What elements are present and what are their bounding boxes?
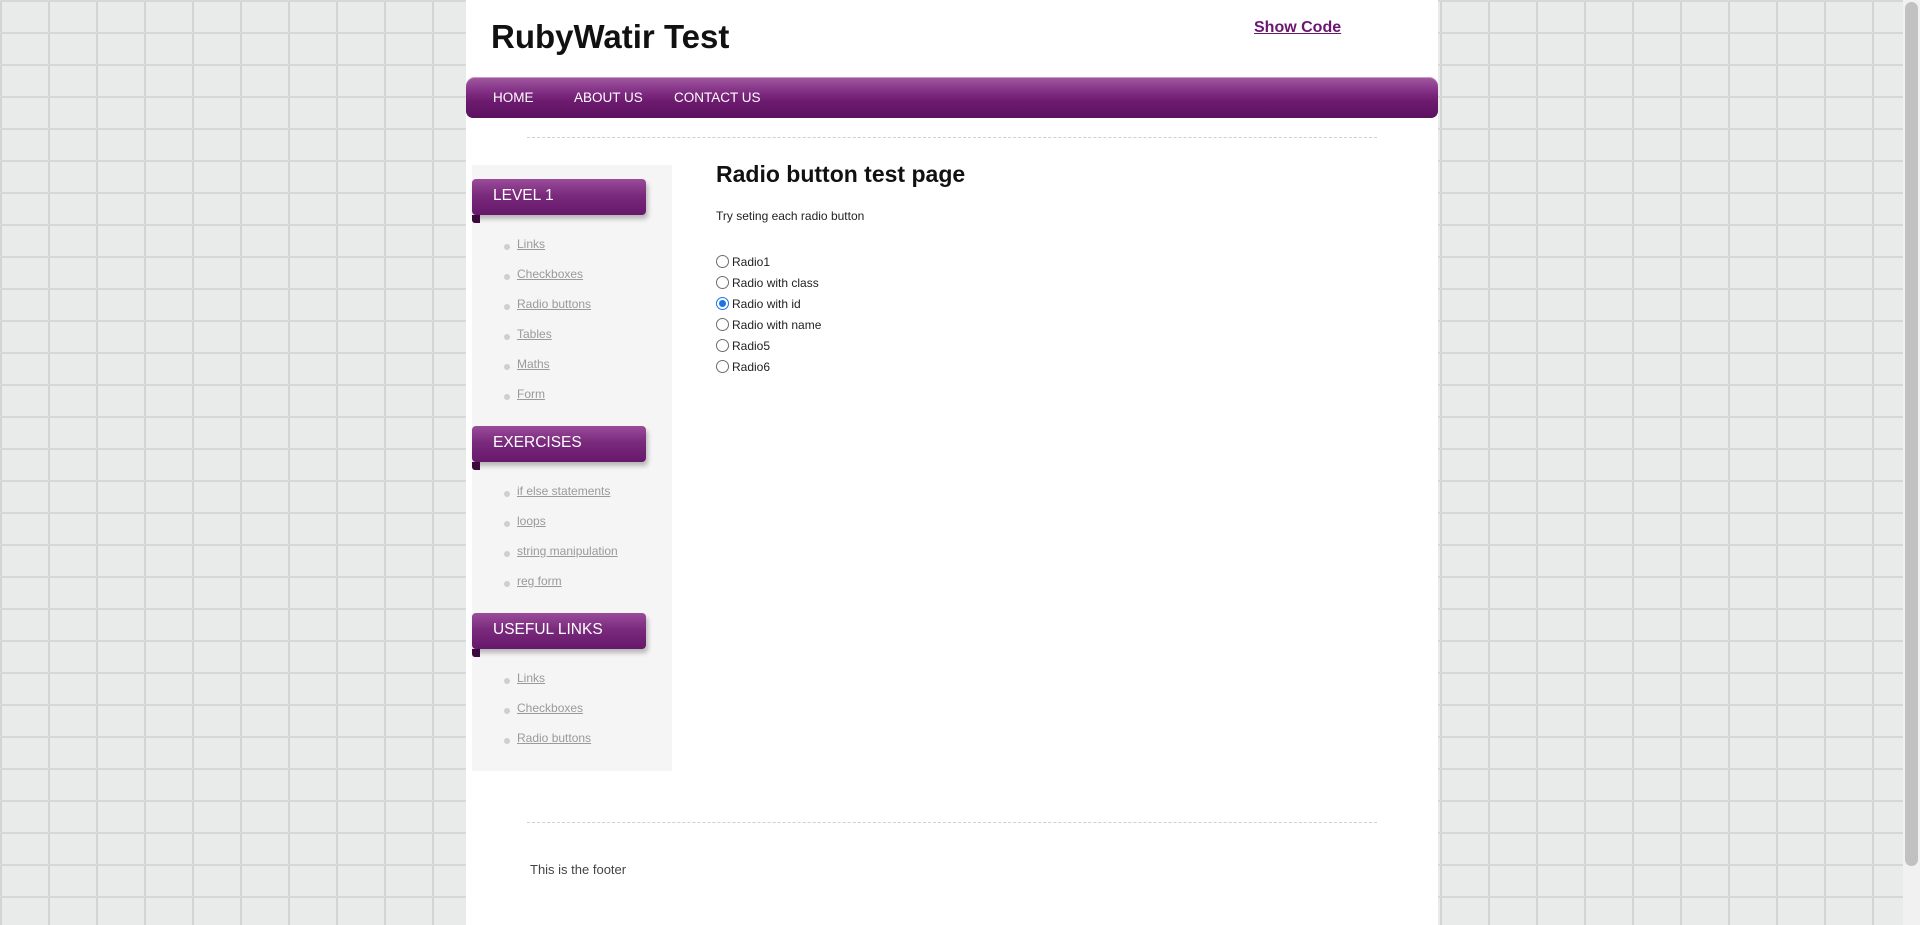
footer-text: This is the footer bbox=[530, 862, 627, 877]
list-item: if else statements bbox=[472, 484, 672, 514]
sidebar-link-links[interactable]: Links bbox=[517, 671, 545, 685]
list-item: Radio buttons bbox=[472, 731, 672, 761]
sidebar-link-checkboxes[interactable]: Checkboxes bbox=[517, 701, 583, 715]
bullet-icon bbox=[504, 551, 510, 557]
list-item: Maths bbox=[472, 357, 672, 387]
list-item: Radio buttons bbox=[472, 297, 672, 327]
sidebar-link-radio-buttons[interactable]: Radio buttons bbox=[517, 731, 591, 745]
list-item: loops bbox=[472, 514, 672, 544]
bullet-icon bbox=[504, 708, 510, 714]
bullet-icon bbox=[504, 274, 510, 280]
list-item: Links bbox=[472, 671, 672, 701]
sidebar-heading-exercises: EXERCISES bbox=[472, 426, 646, 470]
list-item: Links bbox=[472, 237, 672, 267]
sidebar-link-if-else-statements[interactable]: if else statements bbox=[517, 484, 610, 498]
show-code-link[interactable]: Show Code bbox=[1254, 19, 1341, 37]
list-item: Checkboxes bbox=[472, 267, 672, 297]
radio-button-radio1[interactable] bbox=[716, 255, 729, 268]
sidebar-list-level-1: Links Checkboxes Radio buttons Tables Ma… bbox=[472, 237, 672, 417]
radio-label[interactable]: Radio with id bbox=[732, 297, 801, 311]
top-navigation-bar: HOME ABOUT US CONTACT US bbox=[466, 77, 1438, 118]
sidebar-link-loops[interactable]: loops bbox=[517, 514, 546, 528]
page-heading: Radio button test page bbox=[716, 161, 966, 187]
header-divider bbox=[527, 137, 1377, 138]
sidebar-link-reg-form[interactable]: reg form bbox=[517, 574, 562, 588]
radio-button-radio6[interactable] bbox=[716, 360, 729, 373]
radio-option: Radio1 bbox=[716, 251, 821, 272]
radio-label[interactable]: Radio1 bbox=[732, 255, 770, 269]
radio-label[interactable]: Radio6 bbox=[732, 360, 770, 374]
sidebar: LEVEL 1 Links Checkboxes Radio buttons T… bbox=[472, 165, 672, 771]
radio-label[interactable]: Radio with name bbox=[732, 318, 821, 332]
nav-item-home[interactable]: HOME bbox=[493, 90, 534, 105]
list-item: reg form bbox=[472, 574, 672, 604]
sidebar-link-string-manipulation[interactable]: string manipulation bbox=[517, 544, 618, 558]
sidebar-link-checkboxes[interactable]: Checkboxes bbox=[517, 267, 583, 281]
bullet-icon bbox=[504, 581, 510, 587]
bullet-icon bbox=[504, 364, 510, 370]
instructions-text: Try seting each radio button bbox=[716, 209, 865, 223]
radio-option: Radio5 bbox=[716, 335, 821, 356]
sidebar-heading-level-1: LEVEL 1 bbox=[472, 179, 646, 223]
radio-option: Radio with class bbox=[716, 272, 821, 293]
bullet-icon bbox=[504, 334, 510, 340]
list-item: string manipulation bbox=[472, 544, 672, 574]
radio-label[interactable]: Radio5 bbox=[732, 339, 770, 353]
list-item: Checkboxes bbox=[472, 701, 672, 731]
sidebar-heading-label: USEFUL LINKS bbox=[493, 621, 603, 638]
bullet-icon bbox=[504, 394, 510, 400]
bullet-icon bbox=[504, 738, 510, 744]
bullet-icon bbox=[504, 678, 510, 684]
bullet-icon bbox=[504, 244, 510, 250]
ribbon-fold bbox=[472, 649, 480, 657]
sidebar-list-useful-links: Links Checkboxes Radio buttons bbox=[472, 671, 672, 761]
footer-divider bbox=[527, 822, 1377, 823]
scrollbar-thumb[interactable] bbox=[1905, 2, 1918, 866]
ribbon-fold bbox=[472, 462, 480, 470]
sidebar-link-tables[interactable]: Tables bbox=[517, 327, 552, 341]
nav-item-contact-us[interactable]: CONTACT US bbox=[674, 90, 761, 105]
radio-button-radio-with-id[interactable] bbox=[716, 297, 729, 310]
sidebar-link-radio-buttons[interactable]: Radio buttons bbox=[517, 297, 591, 311]
radio-option: Radio with name bbox=[716, 314, 821, 335]
sidebar-link-maths[interactable]: Maths bbox=[517, 357, 550, 371]
radio-button-radio5[interactable] bbox=[716, 339, 729, 352]
list-item: Form bbox=[472, 387, 672, 417]
site-title: RubyWatir Test bbox=[491, 18, 730, 55]
nav-item-about-us[interactable]: ABOUT US bbox=[574, 90, 643, 105]
sidebar-list-exercises: if else statements loops string manipula… bbox=[472, 484, 672, 604]
page-container: RubyWatir Test Show Code HOME ABOUT US C… bbox=[466, 0, 1438, 925]
bullet-icon bbox=[504, 491, 510, 497]
radio-option: Radio with id bbox=[716, 293, 821, 314]
vertical-scrollbar[interactable] bbox=[1903, 0, 1920, 925]
sidebar-heading-label: EXERCISES bbox=[493, 434, 582, 451]
sidebar-heading-useful-links: USEFUL LINKS bbox=[472, 613, 646, 657]
bullet-icon bbox=[504, 304, 510, 310]
bullet-icon bbox=[504, 521, 510, 527]
radio-button-radio-with-class[interactable] bbox=[716, 276, 729, 289]
radio-group: Radio1 Radio with class Radio with id Ra… bbox=[716, 251, 821, 377]
sidebar-link-form[interactable]: Form bbox=[517, 387, 545, 401]
ribbon-fold bbox=[472, 215, 480, 223]
radio-option: Radio6 bbox=[716, 356, 821, 377]
sidebar-link-links[interactable]: Links bbox=[517, 237, 545, 251]
radio-label[interactable]: Radio with class bbox=[732, 276, 819, 290]
radio-button-radio-with-name[interactable] bbox=[716, 318, 729, 331]
sidebar-heading-label: LEVEL 1 bbox=[493, 187, 554, 204]
list-item: Tables bbox=[472, 327, 672, 357]
